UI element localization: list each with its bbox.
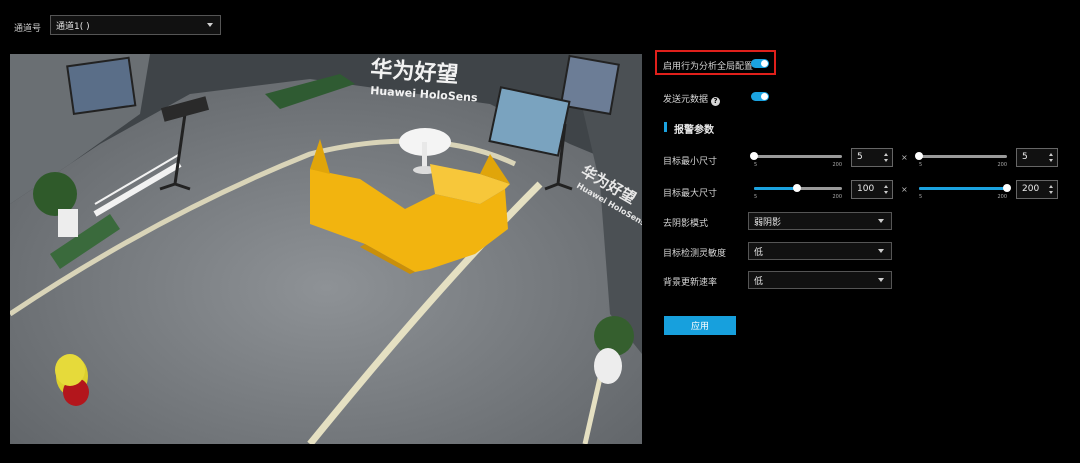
min-size-label: 目标最小尺寸 <box>663 157 718 167</box>
bg-update-select[interactable]: 低 <box>748 271 892 289</box>
min-width-value: 5 <box>857 152 863 162</box>
max-height-input[interactable]: 200 <box>1016 180 1058 199</box>
times-sign: × <box>901 153 908 162</box>
video-preview[interactable]: 华为好望 Huawei HoloSens 华为好望 Huawei HoloSen… <box>10 54 642 444</box>
send-metadata-toggle[interactable] <box>751 92 769 101</box>
slider-min-label: 5 <box>754 162 758 168</box>
send-metadata-text: 发送元数据 <box>663 95 709 105</box>
bg-update-value: 低 <box>754 276 764 287</box>
slider-max-label: 200 <box>997 162 1007 168</box>
spin-down-icon[interactable] <box>1049 159 1053 162</box>
max-width-slider[interactable]: 5 200 <box>754 183 842 203</box>
section-accent-bar <box>664 122 667 132</box>
max-height-slider[interactable]: 5 200 <box>919 183 1011 203</box>
spin-up-icon[interactable] <box>1049 153 1053 156</box>
chevron-down-icon <box>878 219 884 223</box>
camera-scene: 华为好望 Huawei HoloSens 华为好望 Huawei HoloSen… <box>10 54 642 444</box>
channel-label: 通道号 <box>14 24 42 34</box>
channel-select[interactable]: 通道1( ) <box>50 15 221 35</box>
spin-down-icon[interactable] <box>884 159 888 162</box>
slider-knob[interactable] <box>750 152 758 160</box>
apply-button[interactable]: 应用 <box>664 316 736 335</box>
chevron-down-icon <box>878 278 884 282</box>
chevron-down-icon <box>878 249 884 253</box>
global-config-toggle[interactable] <box>751 59 769 68</box>
channel-select-value: 通道1( ) <box>56 21 90 32</box>
spin-up-icon[interactable] <box>884 153 888 156</box>
max-width-value: 100 <box>857 184 875 194</box>
sensitivity-label: 目标检测灵敏度 <box>663 249 727 259</box>
send-metadata-label: 发送元数据? <box>663 92 721 106</box>
slider-min-label: 5 <box>754 194 758 200</box>
global-config-label: 启用行为分析全局配置 <box>663 62 754 72</box>
alarm-section-title: 报警参数 <box>674 125 714 136</box>
min-width-slider[interactable]: 5 200 <box>750 151 842 171</box>
slider-min-label: 5 <box>919 194 923 200</box>
slider-knob[interactable] <box>915 152 923 160</box>
max-height-value: 200 <box>1022 184 1040 194</box>
min-height-input[interactable]: 5 <box>1016 148 1058 167</box>
shadow-mode-value: 弱阴影 <box>754 217 782 228</box>
slider-max-label: 200 <box>997 194 1007 200</box>
spin-up-icon[interactable] <box>884 185 888 188</box>
slider-knob[interactable] <box>1003 184 1011 192</box>
spin-up-icon[interactable] <box>1049 185 1053 188</box>
slider-min-label: 5 <box>919 162 923 168</box>
help-icon[interactable]: ? <box>711 97 721 106</box>
min-height-slider[interactable]: 5 200 <box>915 151 1007 171</box>
min-height-value: 5 <box>1022 152 1028 162</box>
spin-down-icon[interactable] <box>884 191 888 194</box>
sensitivity-value: 低 <box>754 247 764 258</box>
max-width-input[interactable]: 100 <box>851 180 893 199</box>
shadow-mode-select[interactable]: 弱阴影 <box>748 212 892 230</box>
slider-knob[interactable] <box>793 184 802 192</box>
chevron-down-icon <box>207 23 213 27</box>
max-size-label: 目标最大尺寸 <box>663 189 718 199</box>
bg-update-label: 背景更新速率 <box>663 278 718 288</box>
spin-down-icon[interactable] <box>1049 191 1053 194</box>
times-sign: × <box>901 185 908 194</box>
sensitivity-select[interactable]: 低 <box>748 242 892 260</box>
slider-max-label: 200 <box>832 162 842 168</box>
slider-max-label: 200 <box>832 194 842 200</box>
shadow-mode-label: 去阴影模式 <box>663 219 709 229</box>
min-width-input[interactable]: 5 <box>851 148 893 167</box>
